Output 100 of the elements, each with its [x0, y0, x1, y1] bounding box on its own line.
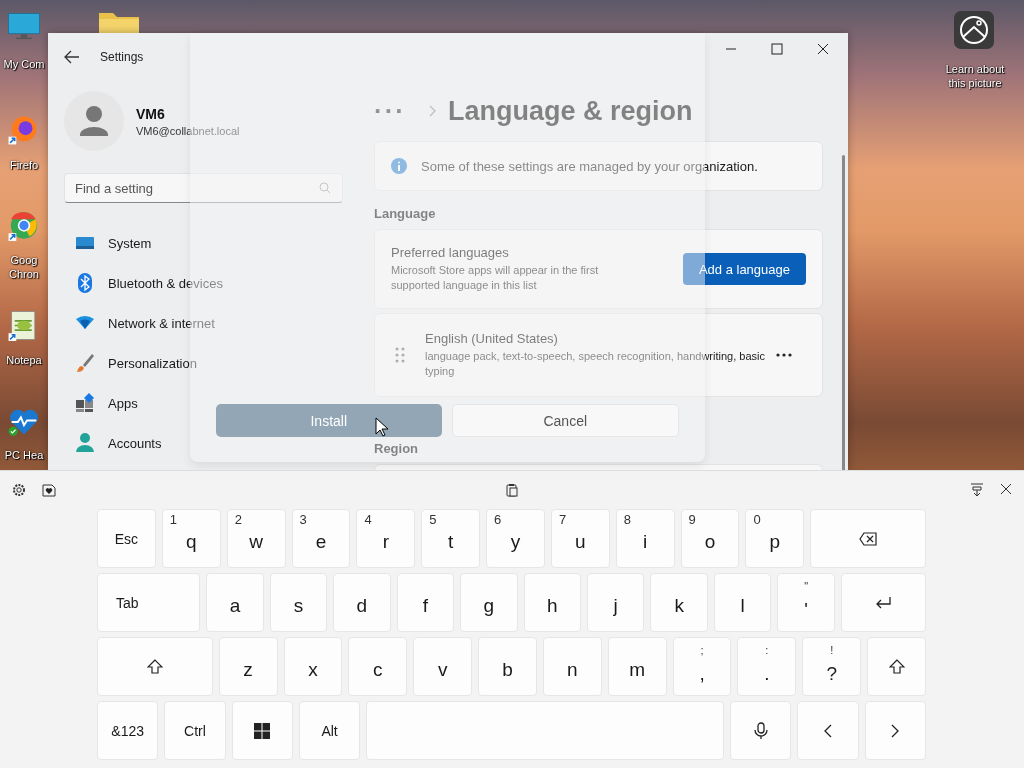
key[interactable]: d	[333, 573, 391, 632]
back-arrow-icon[interactable]	[64, 50, 80, 64]
key[interactable]: 1 q	[161, 509, 221, 568]
backspace-icon	[859, 531, 878, 546]
key[interactable]: f	[396, 573, 455, 632]
key[interactable]: ! ?	[802, 637, 862, 696]
chevron-icon	[428, 105, 436, 117]
card-title: Preferred languages	[391, 245, 510, 260]
windows-key[interactable]	[231, 701, 293, 760]
chevron-left-icon	[823, 723, 834, 738]
key[interactable]: 8 i	[615, 509, 675, 568]
heart-sticker-icon[interactable]	[42, 483, 56, 497]
search-icon	[319, 182, 331, 194]
key[interactable]: 0 p	[745, 509, 805, 568]
picture-icon[interactable]	[953, 10, 997, 50]
windows-logo-icon	[254, 722, 271, 739]
key[interactable]: z	[218, 637, 278, 696]
nav-item[interactable]: Bluetooth & devices	[64, 265, 345, 301]
key-hint: 9	[688, 512, 696, 527]
key[interactable]: : .	[737, 637, 797, 696]
key[interactable]: Esc	[97, 509, 156, 568]
language-description: language pack, text-to-speech, speech recognition, handwriting, basic typing	[425, 349, 766, 379]
desktop-icon-label: My Com	[3, 57, 45, 71]
key-hint: !	[829, 644, 835, 656]
key[interactable]: h	[523, 573, 581, 632]
key-hint: :	[764, 644, 770, 656]
section-header: Language	[374, 206, 437, 221]
cancel-button[interactable]: Cancel	[451, 404, 679, 437]
key[interactable]: 2 w	[226, 509, 286, 568]
language-name: English (United States)	[425, 331, 559, 346]
card-description: Microsoft Store apps will appear in the first supported language in this list	[391, 263, 600, 293]
nav-item[interactable]: Network & internet	[64, 305, 345, 341]
maximize-icon[interactable]	[771, 43, 783, 55]
account-name: VM6	[136, 105, 166, 122]
key[interactable]: b	[478, 637, 537, 696]
info-message: Some of these settings are managed by your organization.	[421, 158, 758, 174]
shift-key[interactable]	[867, 637, 926, 696]
apps-icon	[75, 393, 95, 413]
desktop-icon-label: PC Hea	[4, 448, 44, 462]
window-title: Settings	[100, 50, 144, 64]
key[interactable]: j	[587, 573, 645, 632]
key[interactable]: 9 o	[680, 509, 740, 568]
info-icon	[391, 158, 407, 174]
key-hint: 0	[753, 512, 761, 527]
key[interactable]: v	[413, 637, 473, 696]
key[interactable]: x	[283, 637, 343, 696]
key[interactable]: c	[348, 637, 408, 696]
key[interactable]: Tab	[97, 573, 201, 632]
key-hint: 6	[494, 512, 502, 527]
bluetooth-icon	[75, 273, 95, 293]
desktop-icon-label: Learn about this picture	[945, 62, 1005, 90]
shift-icon	[146, 658, 163, 675]
account-email: VM6@collabnet.local	[136, 124, 240, 137]
nav-item[interactable]: System	[64, 225, 345, 261]
nav-item[interactable]: Personalization	[64, 345, 345, 381]
key[interactable]: 4 r	[356, 509, 416, 568]
desktop-icon-label: Notepa	[6, 353, 42, 367]
key-hint: 5	[429, 512, 437, 527]
close-icon[interactable]	[817, 43, 829, 55]
key[interactable]: Ctrl	[164, 701, 226, 760]
key[interactable]: a	[206, 573, 264, 632]
key-hint: 4	[364, 512, 372, 527]
accounts-icon	[75, 433, 95, 453]
dock-icon[interactable]	[970, 483, 984, 497]
key[interactable]: 6 y	[486, 509, 545, 568]
key[interactable]: " '	[777, 573, 835, 632]
key[interactable]: 3 e	[291, 509, 351, 568]
key[interactable]: Alt	[298, 701, 361, 760]
chevron-right-icon	[890, 723, 901, 738]
enter-icon	[874, 595, 893, 610]
key-hint: "	[803, 580, 810, 592]
avatar-icon	[64, 91, 124, 151]
folder-icon[interactable]	[97, 11, 141, 33]
key[interactable]: l	[713, 573, 772, 632]
key[interactable]: ; ,	[672, 637, 732, 696]
key[interactable]: n	[542, 637, 602, 696]
personalization-icon	[75, 353, 95, 373]
drag-handle-icon	[395, 347, 405, 363]
key-hint: 8	[623, 512, 631, 527]
scrollbar[interactable]	[842, 155, 845, 470]
key[interactable]: 7 u	[550, 509, 610, 568]
settings-icon[interactable]	[12, 483, 26, 497]
section-header: Region	[374, 441, 420, 456]
desktop-icon-label: Firefo	[9, 158, 39, 172]
key[interactable]: 5 t	[421, 509, 481, 568]
clipboard-icon[interactable]	[505, 483, 519, 497]
add-language-button[interactable]: Add a language	[682, 253, 806, 285]
more-icon[interactable]	[776, 353, 792, 357]
key[interactable]: k	[650, 573, 708, 632]
key[interactable]: g	[460, 573, 518, 632]
key[interactable]: m	[607, 637, 667, 696]
key[interactable]: s	[269, 573, 328, 632]
page-title: Language & region	[448, 95, 693, 127]
key-hint: 1	[169, 512, 178, 527]
desktop-icon-label: Goog Chron	[9, 253, 39, 281]
close-icon[interactable]	[1000, 483, 1012, 495]
key-hint: 7	[558, 512, 567, 527]
search-field[interactable]: Find a setting	[64, 173, 343, 203]
microphone-key[interactable]	[730, 701, 792, 760]
key[interactable]: &123	[97, 701, 159, 760]
